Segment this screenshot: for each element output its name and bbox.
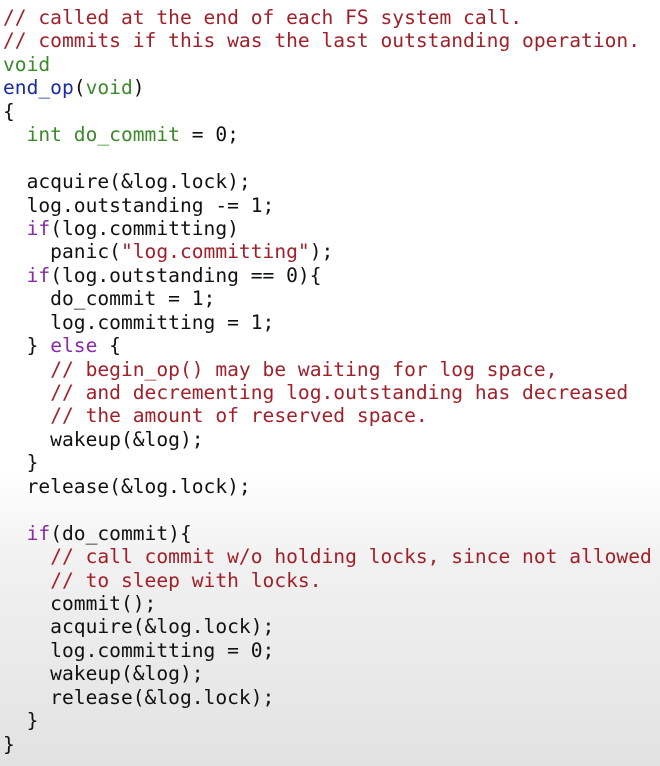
code-line: { <box>3 100 652 123</box>
code-string: "log.committing" <box>120 240 310 264</box>
code-line: // commits if this was the last outstand… <box>3 29 652 52</box>
code-keyword: if <box>26 216 51 240</box>
code-text: } <box>3 334 51 358</box>
code-comment: // call commit w/o holding locks, since … <box>50 545 652 569</box>
code-text: } <box>3 709 39 733</box>
code-line: } <box>3 451 652 474</box>
code-keyword: else <box>50 334 98 358</box>
code-line: // called at the end of each FS system c… <box>3 6 652 29</box>
code-line: wakeup(&log); <box>3 662 652 685</box>
code-line: acquire(&log.lock); <box>3 170 652 193</box>
code-text: wakeup(&log); <box>3 427 204 451</box>
code-line: // and decrementing log.outstanding has … <box>3 381 652 404</box>
code-text: ); <box>309 240 334 264</box>
code-text: log.committing = 1; <box>3 310 275 334</box>
code-text: ( <box>73 76 86 100</box>
code-comment: // called at the end of each FS system c… <box>3 6 523 29</box>
code-line: // call commit w/o holding locks, since … <box>3 545 652 568</box>
code-keyword: if <box>26 521 51 545</box>
code-text: (do_commit){ <box>50 521 192 545</box>
code-comment: // the amount of reserved space. <box>50 404 428 428</box>
code-line: log.committing = 0; <box>3 639 652 662</box>
code-text: release(&log.lock); <box>3 685 275 709</box>
code-line: void <box>3 53 652 76</box>
code-line: } <box>3 709 652 732</box>
code-text: (log.committing) <box>50 216 239 240</box>
code-text: = 0; <box>179 123 239 147</box>
code-line: if(do_commit){ <box>3 522 652 545</box>
code-line: if(log.outstanding == 0){ <box>3 264 652 287</box>
code-comment: // to sleep with locks. <box>50 568 322 592</box>
code-line: release(&log.lock); <box>3 686 652 709</box>
code-line: } <box>3 733 652 756</box>
code-text: acquire(&log.lock); <box>3 615 275 639</box>
code-line: // to sleep with locks. <box>3 569 652 592</box>
code-comment: // and decrementing log.outstanding has … <box>50 381 629 404</box>
code-line: int do_commit = 0; <box>3 123 652 146</box>
code-text: } <box>3 451 39 475</box>
code-line: do_commit = 1; <box>3 287 652 310</box>
code-type-token: int <box>26 123 62 147</box>
code-type-token: do_commit <box>73 123 180 147</box>
code-line: if(log.committing) <box>3 217 652 240</box>
code-text: acquire(&log.lock); <box>3 170 251 194</box>
code-line: log.outstanding -= 1; <box>3 194 652 217</box>
code-text: { <box>97 334 121 358</box>
code-line: // begin_op() may be waiting for log spa… <box>3 358 652 381</box>
code-text: } <box>3 732 15 756</box>
code-text: log.committing = 0; <box>3 638 275 662</box>
code-type-token: void <box>85 76 133 100</box>
code-line: release(&log.lock); <box>3 475 652 498</box>
code-comment: // commits if this was the last outstand… <box>3 29 641 53</box>
code-text: panic( <box>3 240 121 264</box>
code-text: { <box>3 99 15 123</box>
code-line: panic("log.committing"); <box>3 240 652 263</box>
code-line: } else { <box>3 334 652 357</box>
code-text: wakeup(&log); <box>3 662 204 686</box>
code-type-token: void <box>3 52 51 76</box>
code-text: (log.outstanding == 0){ <box>50 263 322 287</box>
code-text: log.outstanding -= 1; <box>3 193 275 217</box>
code-text: ) <box>132 76 145 100</box>
code-comment: // begin_op() may be waiting for log spa… <box>50 357 558 381</box>
code-line: acquire(&log.lock); <box>3 615 652 638</box>
code-line: wakeup(&log); <box>3 428 652 451</box>
code-text: commit(); <box>3 591 157 615</box>
code-line: commit(); <box>3 592 652 615</box>
code-keyword: if <box>26 263 51 287</box>
code-line: log.committing = 1; <box>3 311 652 334</box>
code-function-name: end_op <box>3 76 74 100</box>
code-listing: // called at the end of each FS system c… <box>3 6 652 756</box>
code-line: // the amount of reserved space. <box>3 404 652 427</box>
code-line: end_op(void) <box>3 76 652 99</box>
code-text: release(&log.lock); <box>3 474 251 498</box>
code-text: do_commit = 1; <box>3 287 216 311</box>
